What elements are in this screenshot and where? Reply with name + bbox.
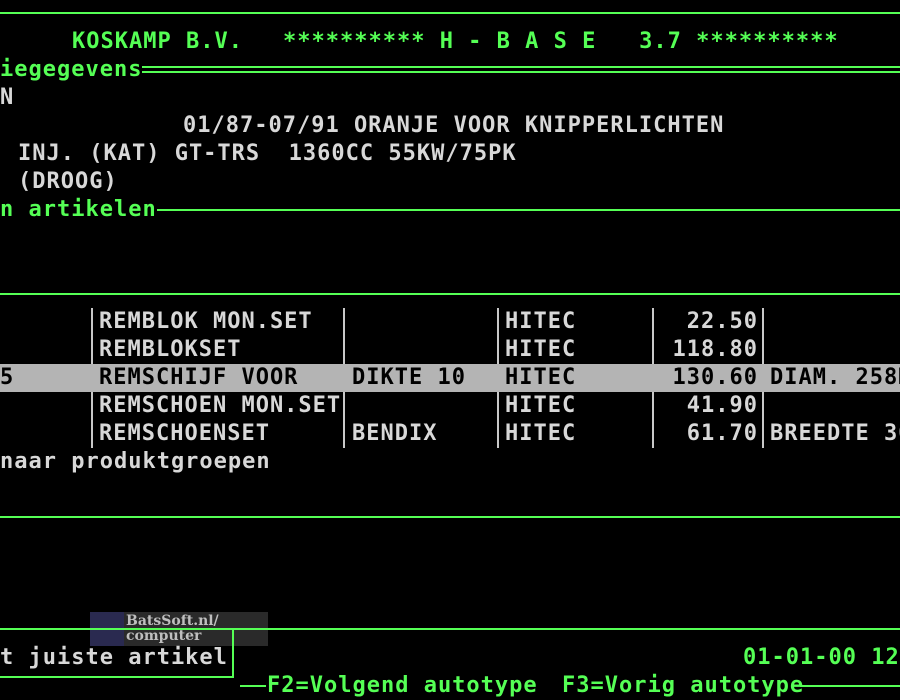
watermark-line-1: BatsSoft.nl/ — [126, 613, 219, 629]
function-key-rule-left — [240, 685, 266, 687]
articles-section-rule — [157, 209, 900, 211]
vehicle-line-3: INJ. (KAT) GT-TRS 1360CC 55KW/75PK — [18, 141, 517, 166]
table-top-border — [0, 293, 900, 295]
article-brand: HITEC — [505, 393, 577, 418]
vehicle-section-rule — [142, 66, 900, 68]
vehicle-section-title: iegegevens — [0, 57, 143, 82]
article-brand: HITEC — [505, 365, 577, 390]
function-key-rule-right — [800, 685, 900, 687]
f3-previous-autotype-key[interactable]: F3=Vorig autotype — [562, 672, 804, 700]
back-to-product-groups-link[interactable]: naar produktgroepen — [0, 448, 271, 476]
article-price: 130.60 — [672, 365, 758, 390]
article-price: 118.80 — [672, 337, 758, 362]
article-spec: DIKTE 10 — [352, 365, 466, 390]
article-extra: DIAM. 258M — [770, 365, 900, 390]
article-name: REMSCHOENSET — [99, 421, 270, 446]
article-brand: HITEC — [505, 337, 577, 362]
vehicle-line-1: N — [0, 85, 15, 110]
article-name: REMSCHOEN MON.SET — [99, 393, 342, 418]
vehicle-line-2: 01/87-07/91 ORANJE VOOR KNIPPERLICHTEN — [183, 113, 725, 138]
article-extra: BREEDTE 30 — [770, 421, 900, 446]
article-price: 22.50 — [686, 309, 758, 334]
select-article-prompt: t juiste artikel — [0, 645, 228, 670]
article-price: 61.70 — [686, 421, 758, 446]
article-price: 41.90 — [686, 393, 758, 418]
article-brand: HITEC — [505, 309, 577, 334]
article-brand: HITEC — [505, 421, 577, 446]
company-name: KOSKAMP B.V. — [72, 29, 243, 54]
vehicle-section-rule-2 — [142, 71, 900, 73]
top-border — [0, 12, 900, 14]
articles-section-title: n artikelen — [0, 197, 157, 222]
status-datetime: 01-01-00 12 — [743, 645, 900, 670]
vehicle-line-4: (DROOG) — [18, 169, 118, 194]
f2-next-autotype-key[interactable]: F2=Volgend autotype — [267, 672, 538, 700]
article-spec: BENDIX — [352, 421, 438, 446]
article-name: REMSCHIJF VOOR — [99, 365, 299, 390]
article-name: REMBLOKSET — [99, 337, 242, 362]
article-id: 5 — [0, 365, 15, 390]
app-title: ********** H - B A S E 3.7 ********** — [283, 29, 839, 54]
article-name: REMBLOK MON.SET — [99, 309, 313, 334]
table-bottom-border — [0, 516, 900, 518]
